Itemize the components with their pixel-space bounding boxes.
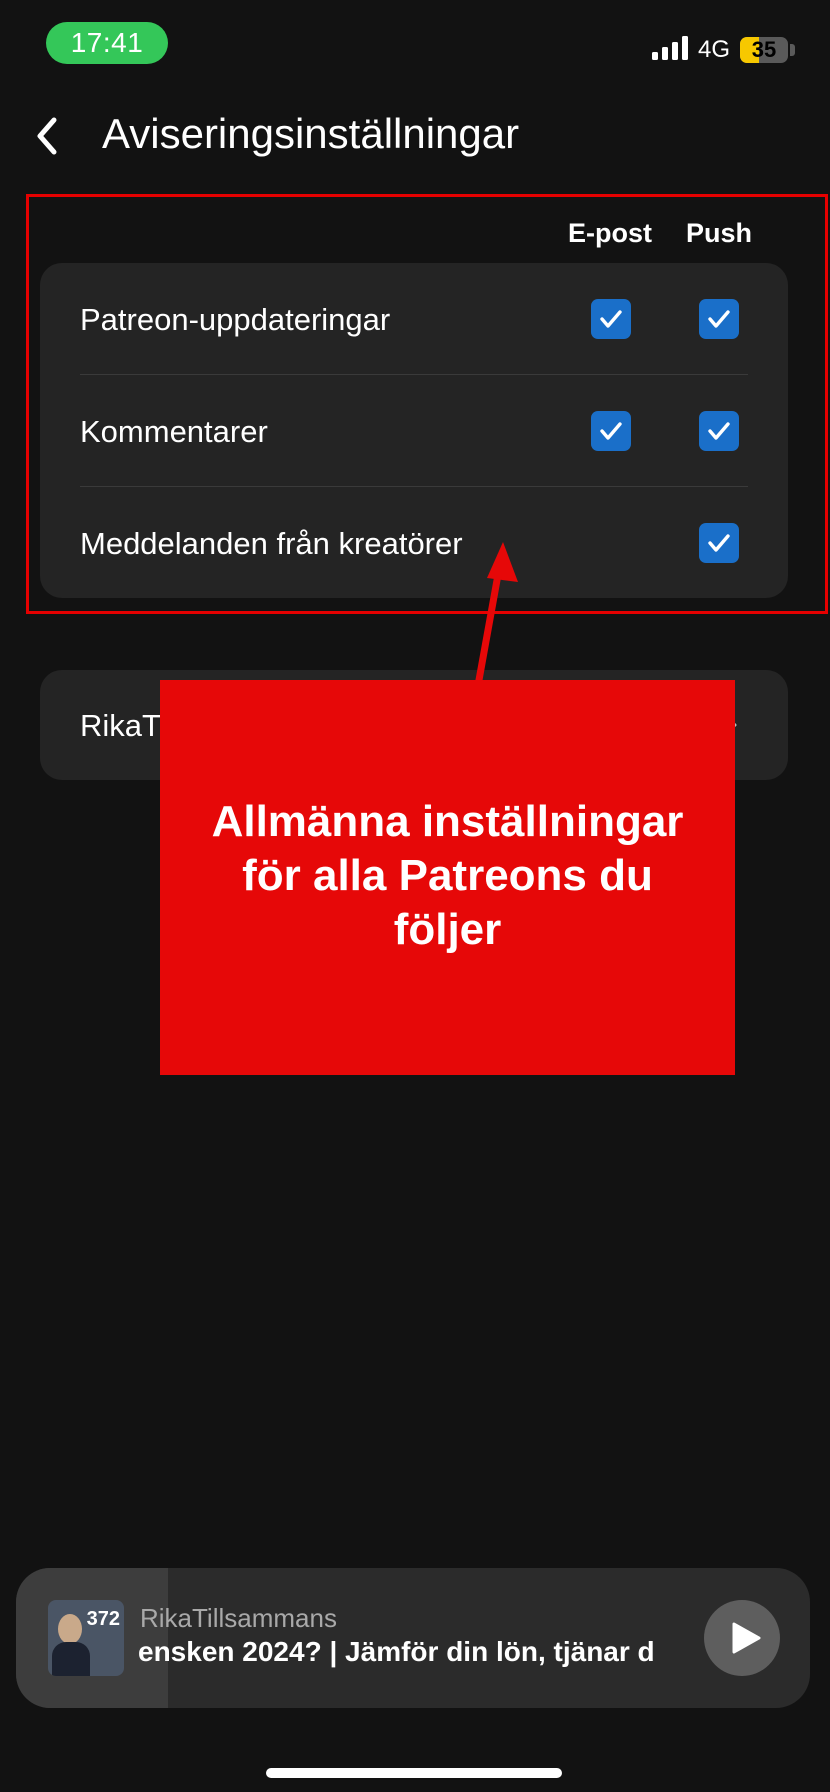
status-time: 17:41 [46, 22, 168, 64]
creator-row-label: RikaTi [80, 708, 167, 743]
episode-title: ensken 2024? | Jämför din lön, tjänar d [138, 1636, 655, 1667]
signal-strength-icon [652, 36, 688, 60]
network-type: 4G [698, 36, 731, 63]
episode-title-clip: ensken 2024? | Jämför din lön, tjänar d [138, 1636, 688, 1676]
thumbnail-person-head [58, 1614, 82, 1644]
annotation-callout: Allmänna inställningar för alla Patreons… [160, 680, 735, 1075]
home-indicator[interactable] [266, 1768, 562, 1778]
annotation-arrow [475, 542, 518, 684]
player-creator-name: RikaTillsammans [140, 1603, 337, 1633]
annotation-text: Allmänna inställningar för alla Patreons… [211, 797, 684, 954]
play-button[interactable] [704, 1600, 780, 1676]
highlight-frame [26, 194, 828, 614]
episode-thumbnail[interactable]: 372 [48, 1600, 124, 1676]
thumbnail-person-body [52, 1642, 90, 1676]
page-title: Aviseringsinställningar [102, 110, 520, 157]
battery-icon: 35 [740, 37, 788, 63]
battery-tip [790, 44, 795, 56]
chevron-left-icon[interactable] [28, 112, 68, 160]
play-icon [732, 1622, 760, 1654]
thumbnail-number: 372 [86, 1608, 120, 1630]
battery-level: 35 [751, 37, 777, 62]
